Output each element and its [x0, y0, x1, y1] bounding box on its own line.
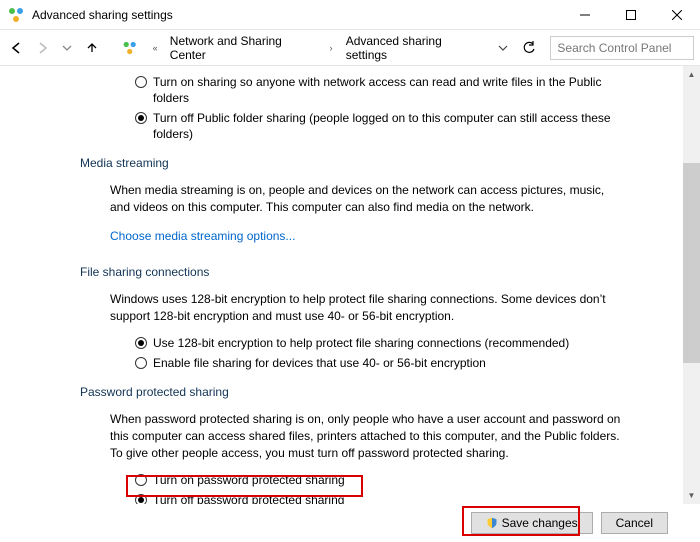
minimize-button[interactable] [562, 0, 608, 30]
chevron-left-icon[interactable]: « [146, 37, 163, 59]
section-file-sharing: File sharing connections [0, 253, 683, 291]
titlebar: Advanced sharing settings [0, 0, 700, 30]
address-bar-icon [121, 39, 138, 57]
radio-label: Enable file sharing for devices that use… [153, 355, 486, 371]
scroll-up-button[interactable]: ▲ [683, 66, 700, 83]
radio-label: Use 128-bit encryption to help protect f… [153, 335, 569, 351]
radio-label: Turn off password protected sharing [153, 492, 344, 504]
save-changes-button[interactable]: Save changes [471, 512, 593, 534]
search-placeholder: Search Control Panel [557, 41, 671, 55]
radio-encryption-128[interactable]: Use 128-bit encryption to help protect f… [135, 333, 623, 353]
forward-button[interactable] [31, 37, 52, 59]
refresh-button[interactable] [517, 37, 540, 59]
cancel-label: Cancel [616, 516, 653, 530]
content-pane: Turn on sharing so anyone with network a… [0, 66, 683, 504]
radio-icon [135, 357, 147, 369]
address-dropdown[interactable] [492, 37, 513, 59]
radio-icon [135, 494, 147, 504]
radio-label: Turn off Public folder sharing (people l… [153, 110, 623, 142]
password-desc: When password protected sharing is on, o… [0, 411, 683, 470]
section-password-sharing: Password protected sharing [0, 373, 683, 411]
radio-icon [135, 76, 147, 88]
section-media-streaming: Media streaming [0, 144, 683, 182]
navbar: « Network and Sharing Center › Advanced … [0, 30, 700, 66]
close-button[interactable] [654, 0, 700, 30]
up-button[interactable] [82, 37, 103, 59]
radio-public-sharing-off[interactable]: Turn off Public folder sharing (people l… [135, 108, 623, 144]
radio-label: Turn on password protected sharing [153, 472, 345, 488]
radio-public-sharing-on[interactable]: Turn on sharing so anyone with network a… [135, 72, 623, 108]
breadcrumb-advanced-sharing[interactable]: Advanced sharing settings [344, 34, 484, 62]
scroll-thumb[interactable] [683, 163, 700, 363]
radio-label: Turn on sharing so anyone with network a… [153, 74, 623, 106]
save-label: Save changes [502, 516, 578, 530]
radio-icon [135, 337, 147, 349]
media-desc: When media streaming is on, people and d… [0, 182, 683, 224]
maximize-button[interactable] [608, 0, 654, 30]
scroll-track[interactable] [683, 83, 700, 487]
cancel-button[interactable]: Cancel [601, 512, 668, 534]
link-media-options[interactable]: Choose media streaming options... [110, 229, 295, 243]
radio-icon [135, 474, 147, 486]
radio-icon [135, 112, 147, 124]
recent-dropdown[interactable] [57, 37, 78, 59]
back-button[interactable] [6, 37, 27, 59]
breadcrumb-network-sharing[interactable]: Network and Sharing Center [168, 34, 319, 62]
vertical-scrollbar[interactable]: ▲ ▼ [683, 66, 700, 504]
button-row: Save changes Cancel [0, 504, 700, 542]
radio-password-on[interactable]: Turn on password protected sharing [135, 470, 623, 490]
chevron-right-icon[interactable]: › [322, 37, 339, 59]
window-title: Advanced sharing settings [32, 8, 562, 22]
search-input[interactable]: Search Control Panel [550, 36, 694, 60]
radio-password-off[interactable]: Turn off password protected sharing [135, 490, 623, 504]
file-sharing-desc: Windows uses 128-bit encryption to help … [0, 291, 683, 333]
radio-encryption-40-56[interactable]: Enable file sharing for devices that use… [135, 353, 623, 373]
scroll-down-button[interactable]: ▼ [683, 487, 700, 504]
app-icon [6, 5, 26, 25]
shield-icon [486, 517, 498, 529]
